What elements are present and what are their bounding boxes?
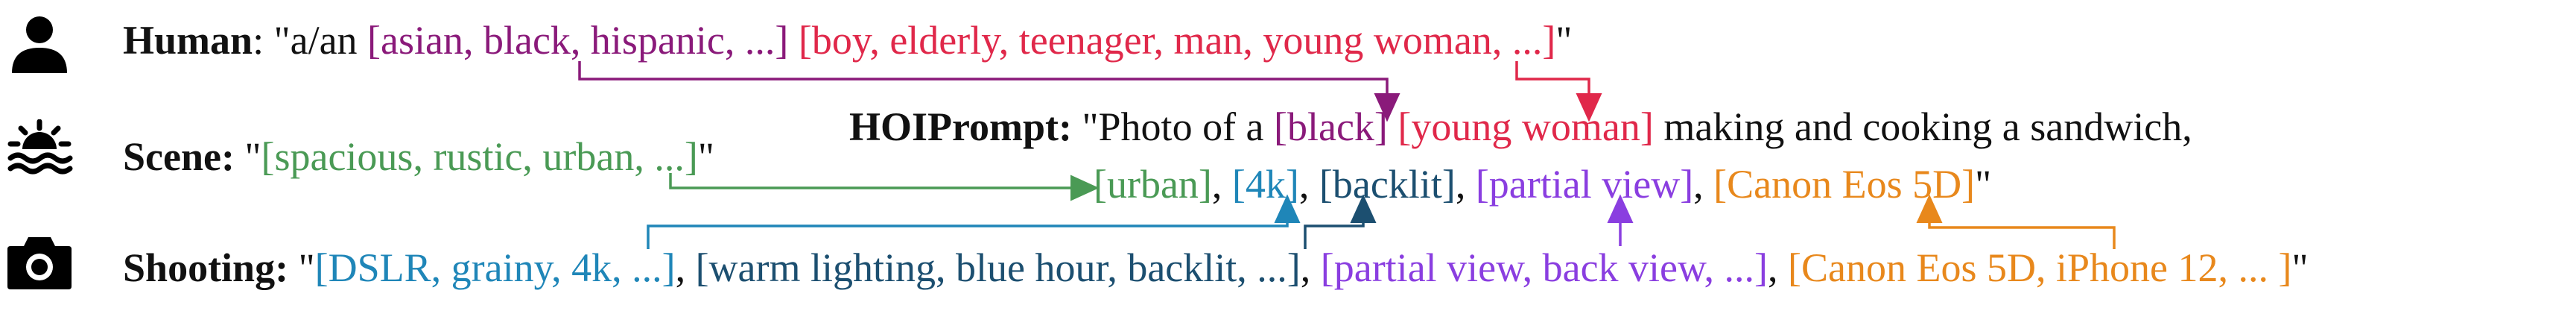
camera-arrow [1916, 194, 2116, 249]
connector-arrows [578, 61, 2116, 249]
lighting-arrow [1304, 194, 1377, 249]
person-arrow [1515, 61, 1602, 122]
ethnicity-arrow [578, 61, 1400, 122]
scene-arrow [669, 173, 1100, 201]
quality-arrow [647, 194, 1301, 249]
